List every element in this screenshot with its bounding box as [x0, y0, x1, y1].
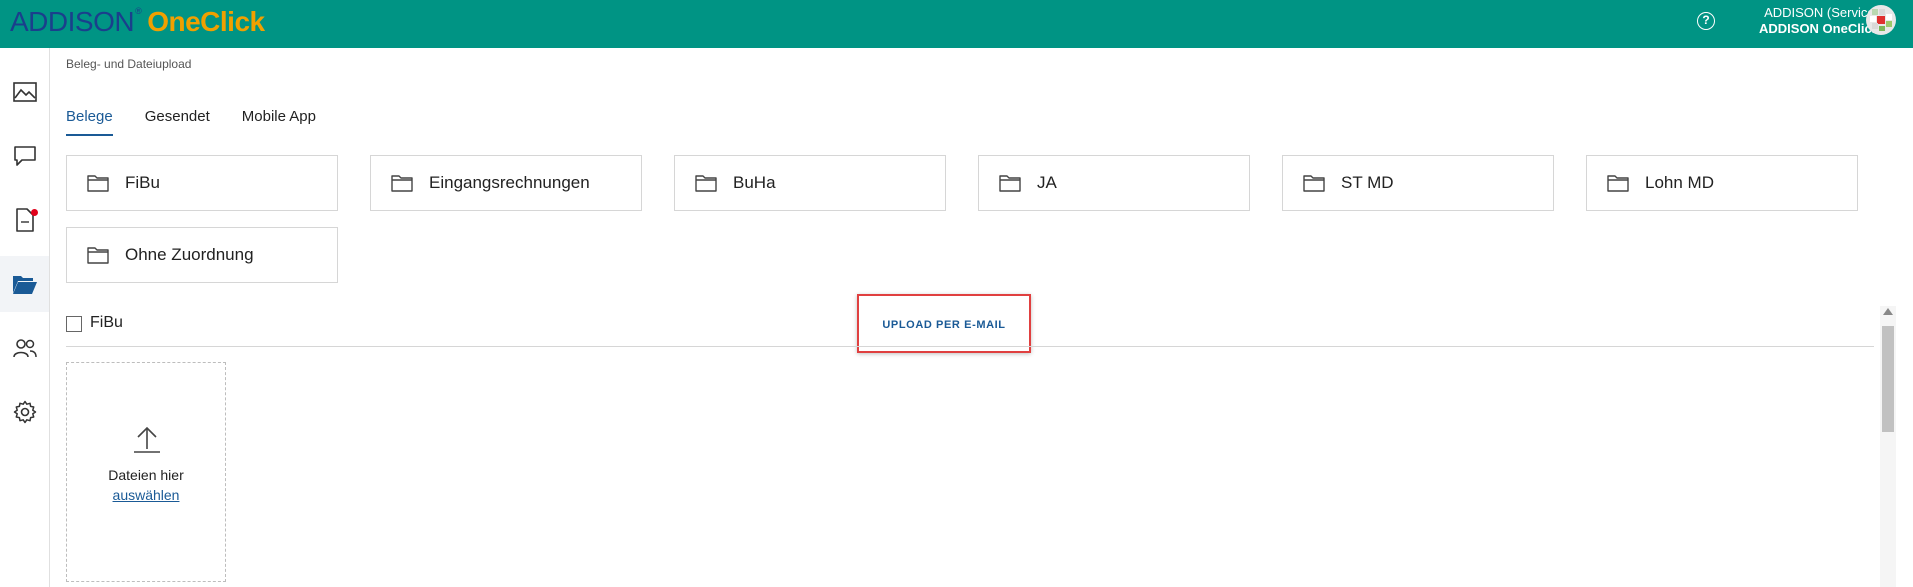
folder-icon [695, 174, 717, 192]
app-logo[interactable]: ADDISON® OneClick [10, 6, 265, 38]
logo-product: OneClick [147, 6, 265, 37]
chat-icon [13, 146, 36, 166]
folder-card-buha[interactable]: BuHa [674, 155, 946, 211]
image-icon [12, 82, 37, 102]
sidebar-item-settings[interactable] [0, 384, 49, 440]
section-divider [66, 346, 1874, 347]
sidebar-item-contacts[interactable] [0, 320, 49, 376]
folder-icon [999, 174, 1021, 192]
folder-icon [1303, 174, 1325, 192]
avatar[interactable] [1866, 5, 1896, 35]
upload-per-email-button[interactable]: UPLOAD PER E-MAIL [857, 294, 1031, 353]
folder-card-eingangsrechnungen[interactable]: Eingangsrechnungen [370, 155, 642, 211]
folder-card-st-md[interactable]: ST MD [1282, 155, 1554, 211]
vertical-scrollbar[interactable] [1880, 306, 1896, 587]
users-icon [12, 339, 37, 358]
breadcrumb: Beleg- und Dateiupload [66, 57, 192, 71]
folder-icon [87, 174, 109, 192]
folder-icon [87, 246, 109, 264]
folder-name: Eingangsrechnungen [429, 173, 590, 192]
sidebar-item-documents[interactable] [0, 192, 49, 248]
notification-badge [31, 209, 38, 216]
help-icon[interactable]: ? [1697, 12, 1715, 30]
upload-arrow-icon [134, 426, 160, 453]
sidebar-item-messages[interactable] [0, 128, 49, 184]
user-info[interactable]: ADDISON (Service) ADDISON OneClick [1759, 5, 1879, 37]
folder-card-fibu[interactable]: FiBu [66, 155, 338, 211]
folder-open-icon [12, 276, 37, 294]
top-bar: ADDISON® OneClick ? ADDISON (Service) ADD… [0, 0, 1913, 48]
side-navigation [0, 48, 50, 587]
user-line-service: ADDISON (Service) [1764, 5, 1879, 20]
sidebar-item-upload[interactable] [0, 256, 49, 312]
dropzone-text: Dateien hier auswählen [67, 465, 225, 505]
folder-card-ohne-zuordnung[interactable]: Ohne Zuordnung [66, 227, 338, 283]
tab-belege[interactable]: Belege [66, 108, 113, 136]
upload-per-email-label: UPLOAD PER E-MAIL [882, 318, 1006, 331]
folder-name: ST MD [1341, 173, 1394, 192]
logo-brand: ADDISON [10, 6, 135, 37]
tab-gesendet[interactable]: Gesendet [145, 108, 210, 136]
scrollbar-thumb[interactable] [1882, 326, 1894, 432]
tab-bar: Belege Gesendet Mobile App [66, 108, 348, 136]
user-line-product: ADDISON OneClick [1759, 21, 1879, 36]
folder-card-lohn-md[interactable]: Lohn MD [1586, 155, 1858, 211]
folder-name: JA [1037, 173, 1057, 192]
tab-mobile-app[interactable]: Mobile App [242, 108, 316, 136]
folder-name: FiBu [125, 173, 160, 192]
dropzone-hint: Dateien hier [108, 467, 184, 483]
folder-card-ja[interactable]: JA [978, 155, 1250, 211]
folder-name: Ohne Zuordnung [125, 245, 254, 264]
select-all-checkbox[interactable] [66, 316, 82, 332]
logo-registered: ® [135, 6, 142, 16]
folder-icon [1607, 174, 1629, 192]
avatar-logo-icon [1870, 9, 1892, 31]
folder-name: Lohn MD [1645, 173, 1714, 192]
select-files-link[interactable]: auswählen [67, 485, 225, 505]
folder-icon [391, 174, 413, 192]
file-dropzone[interactable]: Dateien hier auswählen [66, 362, 226, 582]
selected-folder-label: FiBu [90, 314, 123, 331]
gear-icon [13, 400, 36, 424]
folder-name: BuHa [733, 173, 776, 192]
sidebar-item-images[interactable] [0, 64, 49, 120]
scroll-up-arrow-icon[interactable] [1883, 308, 1893, 315]
